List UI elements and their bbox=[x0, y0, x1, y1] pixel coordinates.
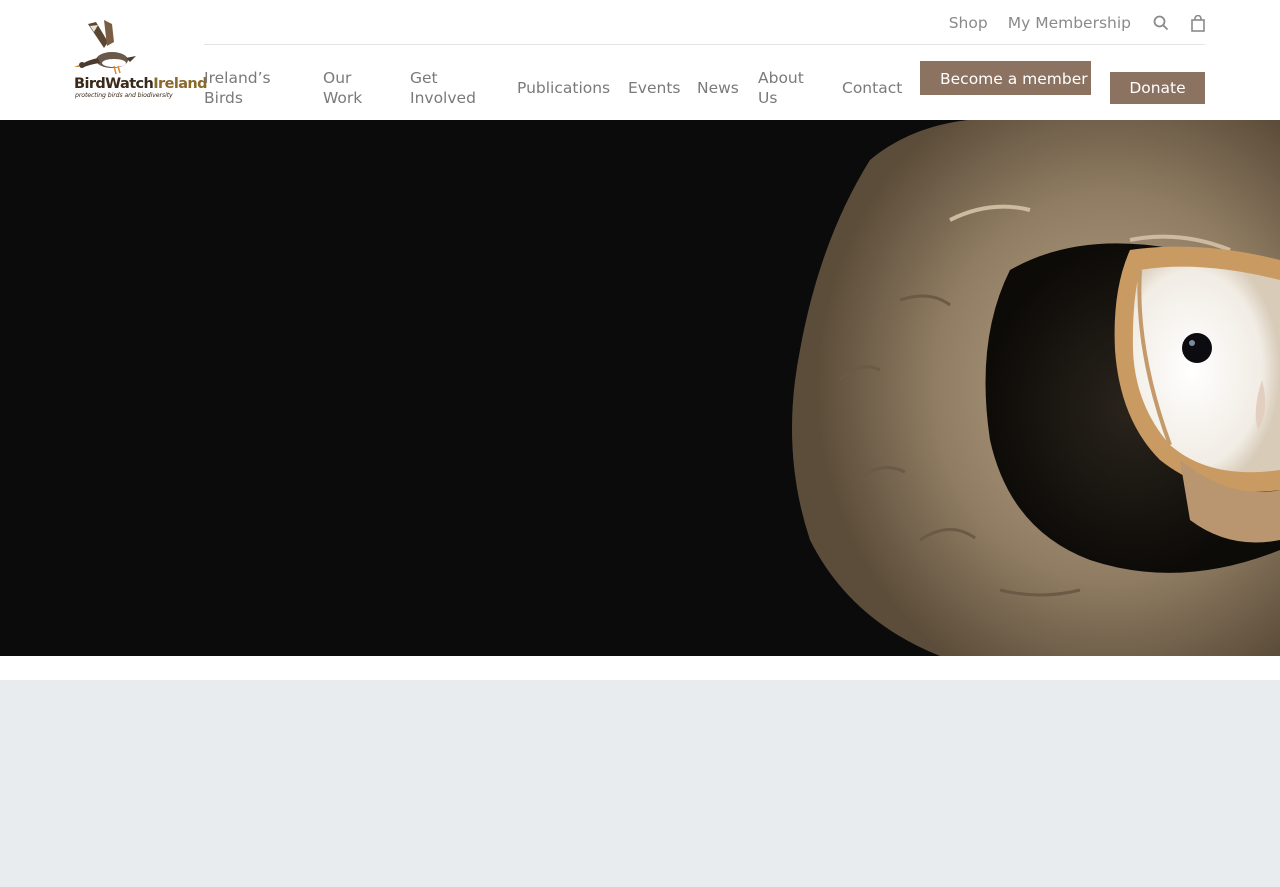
logo-tagline: protecting birds and biodiversity bbox=[75, 92, 173, 99]
top-utility-bar: Shop My Membership bbox=[929, 12, 1205, 34]
header-divider bbox=[204, 44, 1205, 45]
hero-bottom-strip bbox=[0, 656, 1280, 680]
nav-item-our-work[interactable]: Our Work bbox=[323, 68, 362, 108]
site-header: BirdWatchIreland protecting birds and bi… bbox=[0, 0, 1280, 120]
nav-item-news[interactable]: News bbox=[697, 78, 739, 98]
become-member-button[interactable]: Become a member bbox=[920, 61, 1091, 95]
nav-item-contact[interactable]: Contact bbox=[842, 78, 902, 98]
shop-link[interactable]: Shop bbox=[949, 14, 988, 32]
goose-logo-icon bbox=[74, 20, 136, 75]
nav-item-publications[interactable]: Publications bbox=[517, 78, 610, 98]
search-icon[interactable] bbox=[1153, 15, 1169, 31]
hero-banner bbox=[0, 120, 1280, 656]
site-logo[interactable]: BirdWatchIreland protecting birds and bi… bbox=[74, 18, 208, 102]
nav-item-irelands-birds[interactable]: Ireland’s Birds bbox=[204, 68, 271, 108]
nav-item-about-us[interactable]: About Us bbox=[758, 68, 804, 108]
logo-wordmark: BirdWatchIreland bbox=[74, 76, 208, 92]
donate-button[interactable]: Donate bbox=[1110, 72, 1205, 104]
my-membership-link[interactable]: My Membership bbox=[1008, 14, 1131, 32]
nav-item-events[interactable]: Events bbox=[628, 78, 680, 98]
nav-item-get-involved[interactable]: Get Involved bbox=[410, 68, 476, 108]
barn-owl-hero-image bbox=[792, 120, 1280, 656]
shopping-bag-icon[interactable] bbox=[1191, 14, 1205, 32]
